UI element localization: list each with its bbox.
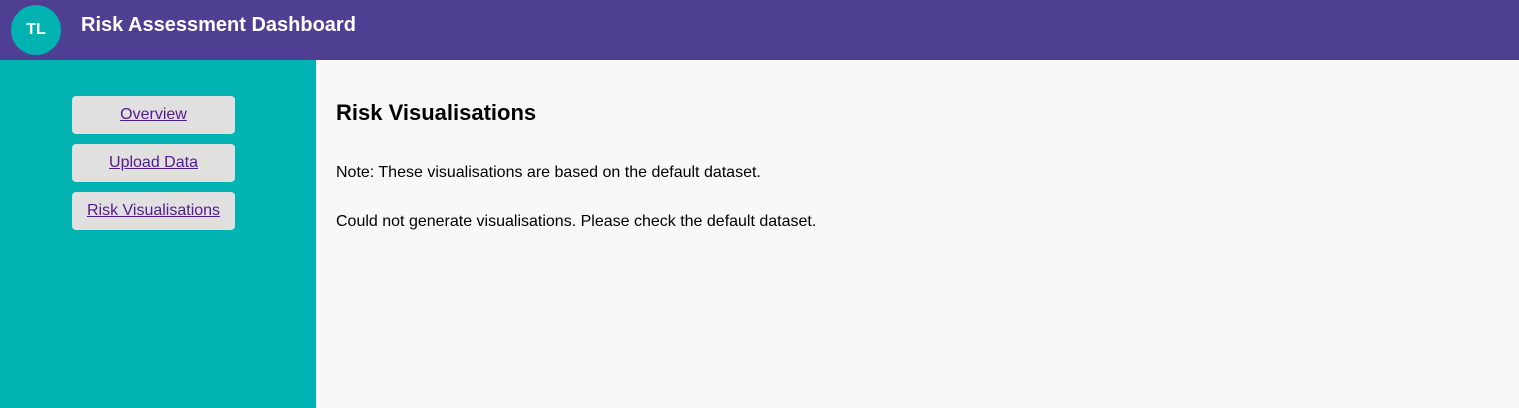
sidebar-item-label: Overview [120,106,187,123]
top-header: TL Risk Assessment Dashboard [0,0,1519,60]
sidebar-item-risk-visualisations[interactable]: Risk Visualisations [72,192,235,230]
main-content: Risk Visualisations Note: These visualis… [316,60,1519,408]
sidebar-item-upload-data[interactable]: Upload Data [72,144,235,182]
app-title: Risk Assessment Dashboard [81,14,356,36]
sidebar-item-label: Risk Visualisations [86,202,221,219]
sidebar-item-overview[interactable]: Overview [72,96,235,134]
dataset-note: Note: These visualisations are based on … [336,164,761,181]
page-title: Risk Visualisations [336,100,537,125]
logo-badge: TL [11,5,61,55]
logo-text: TL [26,21,46,38]
sidebar-item-label: Upload Data [109,154,198,171]
error-message: Could not generate visualisations. Pleas… [336,213,817,230]
sidebar: Overview Upload Data Risk Visualisations [0,60,316,408]
